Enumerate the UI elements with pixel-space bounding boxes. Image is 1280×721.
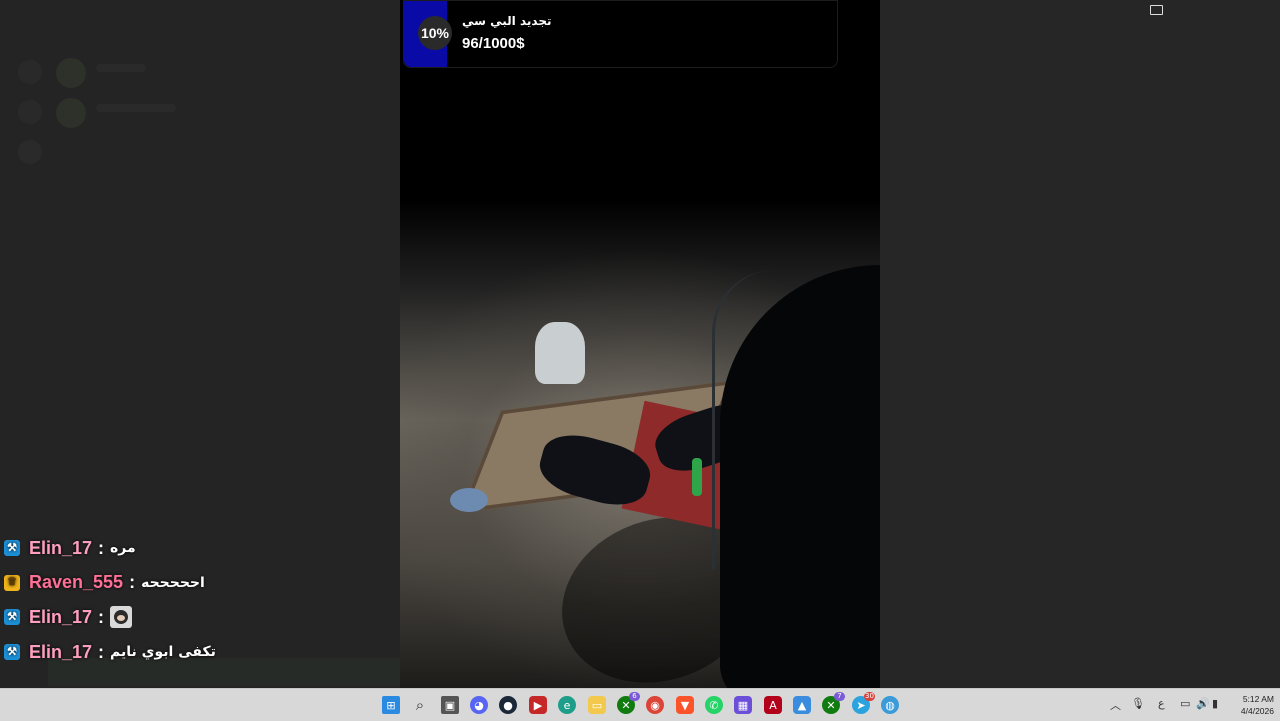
vip-crown-badge-icon: ♛ bbox=[4, 574, 20, 591]
chat-separator: : bbox=[98, 606, 105, 627]
moderator-badge-icon: ⚒ bbox=[4, 540, 20, 557]
volume-icon[interactable]: 🔊 bbox=[1196, 697, 1210, 710]
ghost-chat-row bbox=[18, 58, 378, 88]
edge-icon[interactable]: e bbox=[558, 696, 576, 714]
chrome-icon[interactable]: ◉ bbox=[646, 696, 664, 714]
photos-icon[interactable]: ▲ bbox=[793, 696, 811, 714]
language-indicator[interactable]: ع bbox=[1158, 697, 1165, 710]
task-view-icon[interactable]: ▣ bbox=[441, 696, 459, 714]
stream-video[interactable] bbox=[400, 0, 880, 688]
taskbar: ⊞ ⌕ ▣ ◕ ● ▶ e ▭ ✕ 6 ◉ ▼ ✆ ▦ A ▲ ✕ 7 ➤ 30 ◍ … bbox=[0, 688, 1280, 721]
search-icon[interactable]: ⌕ bbox=[411, 696, 429, 714]
app-grid-icon[interactable]: ▦ bbox=[734, 696, 752, 714]
bag bbox=[450, 488, 488, 512]
file-explorer-icon[interactable]: ▭ bbox=[588, 696, 606, 714]
network-icon[interactable]: ▭ bbox=[1180, 697, 1190, 710]
ghost-chat-row bbox=[18, 98, 378, 128]
goal-amount: 96/1000$ bbox=[462, 35, 525, 52]
xbox-icon[interactable]: ✕ 6 bbox=[617, 692, 640, 714]
chat-username: Elin_17 bbox=[29, 641, 93, 662]
telegram-icon[interactable]: ➤ 30 bbox=[852, 692, 875, 714]
xbox-badge-2: 7 bbox=[834, 692, 845, 701]
xbox-badge: 6 bbox=[629, 692, 640, 701]
chat-message: ⚒ Elin_17 : مره bbox=[4, 531, 394, 566]
brave-icon[interactable]: ▼ bbox=[676, 696, 694, 714]
chat-overlay: ⚒ Elin_17 : مره ♛ Raven_555 : احححححه ⚒ … bbox=[4, 531, 394, 669]
right-desktop-panel bbox=[880, 0, 1280, 688]
chevron-up-icon[interactable]: ︿ bbox=[1110, 697, 1121, 713]
chat-username: Elin_17 bbox=[29, 537, 93, 558]
chat-message: ♛ Raven_555 : احححححه bbox=[4, 566, 394, 601]
chat-username: Elin_17 bbox=[29, 606, 93, 627]
microphone-icon[interactable]: 🎙 bbox=[1131, 697, 1145, 710]
telegram-badge: 30 bbox=[864, 692, 875, 701]
goal-percent: 10% bbox=[418, 16, 452, 50]
chat-separator: : bbox=[98, 641, 105, 662]
whatsapp-icon[interactable]: ✆ bbox=[705, 696, 723, 714]
chat-text: احححححه bbox=[141, 574, 205, 591]
clock-date: 4/4/2026 bbox=[1240, 706, 1274, 716]
moderator-badge-icon: ⚒ bbox=[4, 609, 20, 626]
chat-text: مره bbox=[110, 540, 136, 557]
clock-time: 5:12 AM bbox=[1242, 694, 1274, 704]
adobe-icon[interactable]: A bbox=[764, 696, 782, 714]
xbox-icon-2[interactable]: ✕ 7 bbox=[822, 692, 845, 714]
discord-icon[interactable]: ◕ bbox=[470, 696, 488, 714]
chat-separator: : bbox=[129, 572, 136, 593]
bottle bbox=[692, 458, 702, 496]
seated-person bbox=[535, 322, 585, 384]
moderator-badge-icon: ⚒ bbox=[4, 644, 20, 661]
cast-icon[interactable] bbox=[1150, 5, 1163, 15]
chat-message: ⚒ Elin_17 : تكفى ابوي نايم bbox=[4, 635, 394, 670]
clock[interactable]: 5:12 AM 4/4/2026 bbox=[1222, 693, 1274, 717]
face-emote-icon bbox=[110, 606, 133, 629]
windows-start-icon[interactable]: ⊞ bbox=[382, 696, 400, 714]
battery-icon[interactable]: ▮ bbox=[1212, 697, 1218, 710]
donation-goal-widget: 10% تجديد البي سي 96/1000$ bbox=[403, 0, 838, 68]
ghost-chat-row bbox=[18, 138, 378, 168]
chat-text: تكفى ابوي نايم bbox=[110, 644, 216, 661]
steam-icon[interactable]: ● bbox=[499, 696, 517, 714]
chat-username: Raven_555 bbox=[29, 572, 124, 593]
goal-title: تجديد البي سي bbox=[462, 14, 552, 28]
browser-icon[interactable]: ◍ bbox=[881, 696, 899, 714]
chat-message: ⚒ Elin_17 : bbox=[4, 600, 394, 635]
chat-separator: : bbox=[98, 537, 105, 558]
car-edge bbox=[712, 270, 775, 570]
media-app-icon[interactable]: ▶ bbox=[529, 696, 547, 714]
